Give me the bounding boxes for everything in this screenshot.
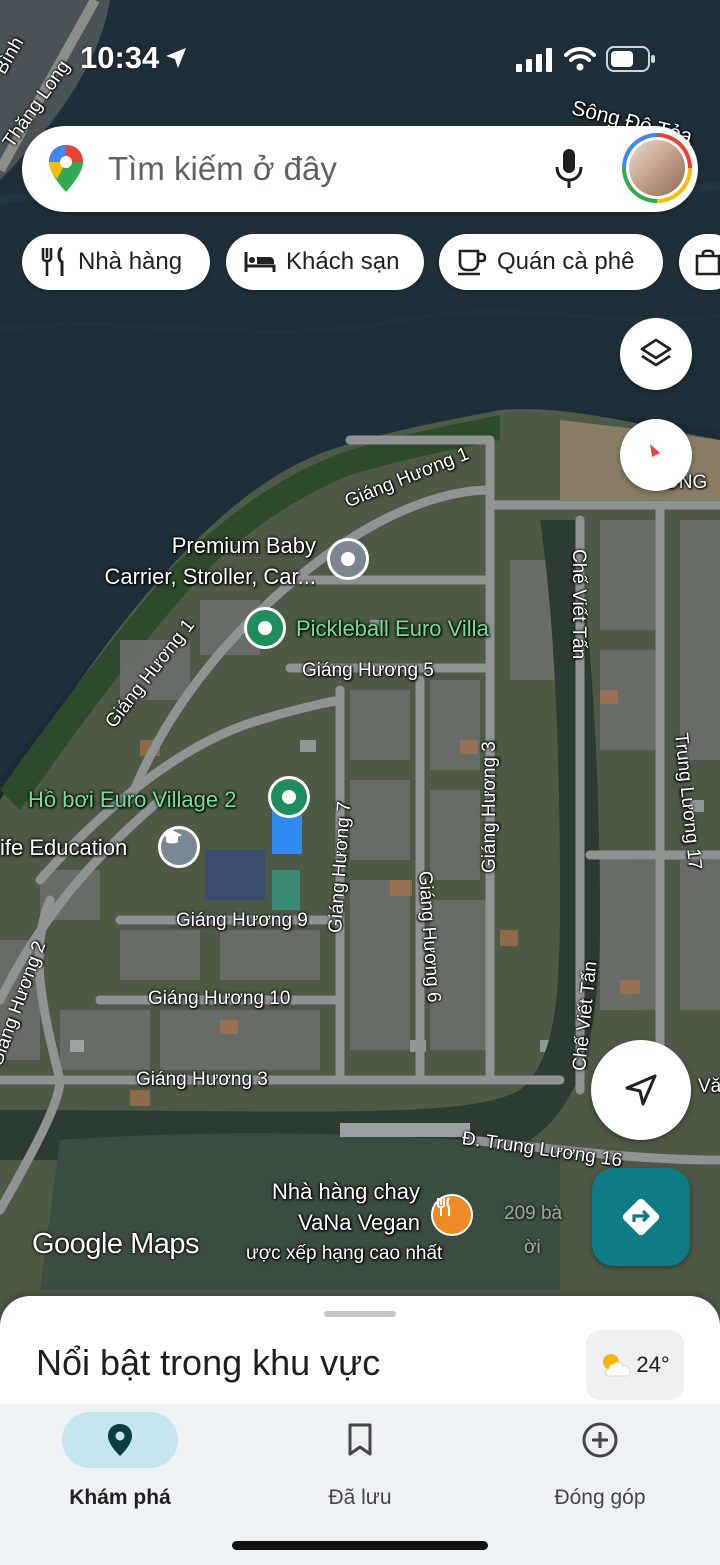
my-location-button[interactable] <box>591 1040 691 1140</box>
home-indicator[interactable] <box>232 1541 488 1550</box>
add-circle-icon <box>582 1422 618 1458</box>
search-placeholder: Tìm kiếm ở đây <box>108 150 337 187</box>
chip-restaurants[interactable]: Nhà hàng <box>22 234 210 290</box>
sheet-drag-handle[interactable] <box>324 1311 396 1317</box>
street-label: Giáng Hương 3 <box>136 1069 268 1090</box>
status-bar: 10:34 <box>0 0 720 110</box>
avatar[interactable] <box>622 133 692 203</box>
chip-cafes[interactable]: Quán cà phê <box>439 234 663 290</box>
restaurant-pin-icon[interactable] <box>431 1194 473 1236</box>
restaurant-icon <box>41 247 64 276</box>
temperature: 24° <box>636 1352 670 1377</box>
hotel-bed-icon <box>244 252 276 272</box>
weather-badge[interactable]: 24° <box>586 1330 684 1400</box>
directions-icon <box>622 1198 660 1236</box>
poi-pin-pool[interactable] <box>268 776 310 818</box>
partly-cloudy-icon <box>603 1354 631 1377</box>
street-label: Vă <box>698 1076 720 1097</box>
poi-label-vegan[interactable]: Nhà hàng chay VaNa Vegan <box>200 1176 420 1238</box>
chip-hotels[interactable]: Khách sạn <box>226 234 424 290</box>
bottom-sheet[interactable]: Nổi bật trong khu vực 24° <box>0 1296 720 1416</box>
nav-active-indicator <box>62 1412 178 1468</box>
nav-saved[interactable]: Đã lưu <box>240 1412 480 1522</box>
google-maps-watermark: Google Maps <box>32 1228 200 1260</box>
poi-label-pickleball[interactable]: Pickleball Euro Villa <box>296 613 489 644</box>
shopping-bag-icon <box>695 249 720 276</box>
google-maps-pin-icon <box>49 145 83 192</box>
poi-faint-text: ời <box>524 1237 541 1258</box>
coffee-icon <box>458 249 487 276</box>
nav-label: Đã lưu <box>328 1486 392 1509</box>
nav-label: Khám phá <box>69 1486 171 1509</box>
street-label: Chế Viết Tấn <box>568 549 589 660</box>
poi-label-pool[interactable]: Hồ bơi Euro Village 2 <box>28 784 236 815</box>
chip-label: Quán cà phê <box>497 248 635 275</box>
bookmark-icon <box>348 1423 372 1456</box>
nav-contribute[interactable]: Đóng góp <box>480 1412 720 1522</box>
layers-button[interactable] <box>620 318 692 390</box>
compass-icon <box>650 444 662 466</box>
nav-explore[interactable]: Khám phá <box>0 1412 240 1522</box>
pin-dot-icon <box>282 790 296 804</box>
microphone-icon[interactable] <box>554 148 584 190</box>
poi-pin-pickleball[interactable] <box>244 607 286 649</box>
directions-button[interactable] <box>592 1168 690 1266</box>
search-bar[interactable]: Tìm kiếm ở đây <box>22 126 698 212</box>
street-label: Giáng Hương 9 <box>176 910 308 931</box>
graduation-cap-icon[interactable] <box>158 826 200 868</box>
poi-rating-note: ược xếp hạng cao nhất <box>246 1243 443 1264</box>
compass-button[interactable] <box>620 419 692 491</box>
signal-icon <box>516 48 552 72</box>
street-label: Giáng Hương 5 <box>302 660 434 681</box>
poi-faint-text: 209 bà <box>504 1203 563 1224</box>
sheet-title: Nổi bật trong khu vực <box>36 1342 381 1383</box>
location-arrow-icon <box>166 48 186 68</box>
battery-icon <box>606 46 655 72</box>
location-pin-icon <box>108 1424 132 1456</box>
chip-label: Khách sạn <box>286 248 400 275</box>
poi-label-premium-baby[interactable]: Premium Baby Carrier, Stroller, Car... <box>80 530 316 592</box>
pin-dot-icon <box>258 621 272 635</box>
pin-dot-icon <box>341 552 355 566</box>
navigation-arrow-icon <box>625 1074 657 1106</box>
chip-label: Nhà hàng <box>78 248 183 275</box>
street-label: Giáng Hương 3 <box>479 741 500 873</box>
layers-icon <box>640 338 672 367</box>
street-label: Giáng Hương 10 <box>148 988 291 1009</box>
nav-label: Đóng góp <box>554 1486 646 1509</box>
wifi-icon <box>564 47 596 71</box>
poi-pin-gray[interactable] <box>327 538 369 580</box>
poi-label-education[interactable]: ife Education <box>0 832 127 863</box>
status-time: 10:34 <box>80 40 160 75</box>
